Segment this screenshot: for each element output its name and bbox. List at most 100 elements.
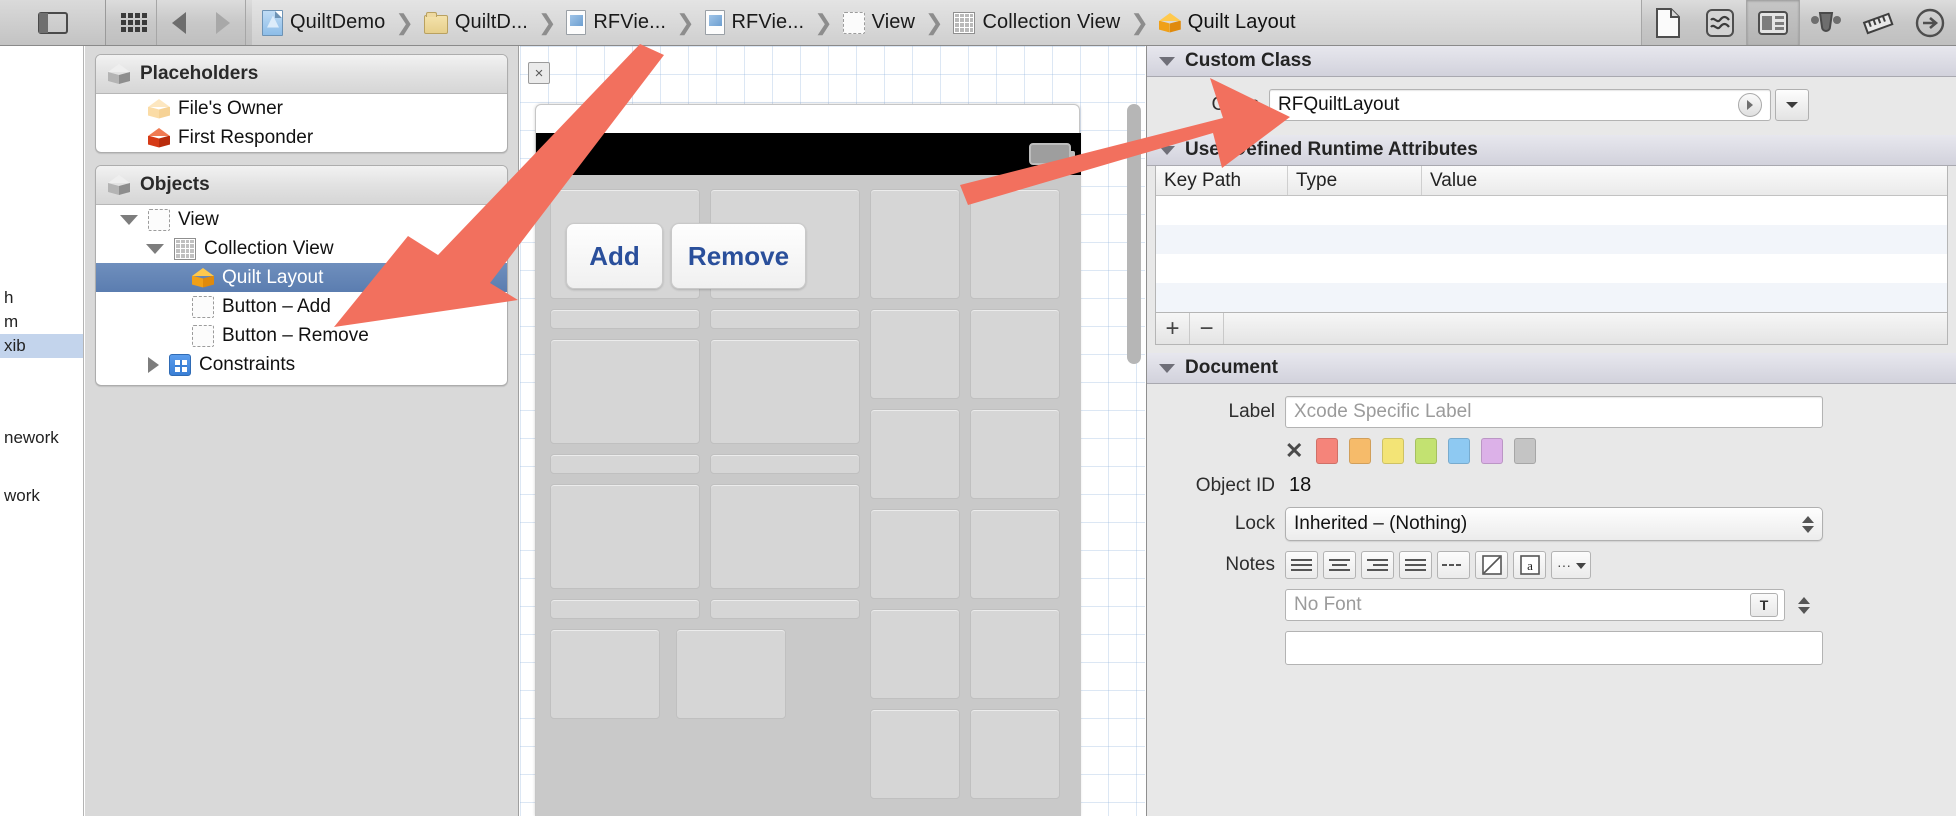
outline-row-view[interactable]: View <box>96 205 507 234</box>
udra-column-type[interactable]: Type <box>1288 166 1422 195</box>
color-swatch-yellow[interactable] <box>1382 438 1405 464</box>
placeholders-group: Placeholders File's Owner First Responde… <box>95 54 508 153</box>
class-combo-input[interactable]: RFQuiltLayout <box>1269 89 1771 121</box>
custom-class-body: Class RFQuiltLayout <box>1147 77 1956 135</box>
table-row[interactable] <box>1156 225 1947 254</box>
label-row: Label Xcode Specific Label <box>1157 396 1946 428</box>
add-attribute-button[interactable]: + <box>1156 313 1190 344</box>
quilt-cell <box>970 709 1060 799</box>
edge-item[interactable]: h <box>0 286 83 310</box>
align-left-icon[interactable] <box>1285 551 1318 579</box>
breadcrumb-label: QuiltD... <box>454 11 528 33</box>
breadcrumb-item-quilt-layout[interactable]: Quilt Layout <box>1157 11 1298 34</box>
view-icon <box>192 324 214 347</box>
navigator-edge-strip: h m xib nework work <box>0 46 84 816</box>
udra-column-value[interactable]: Value <box>1422 166 1947 195</box>
assistant-editor-icon[interactable] <box>1800 0 1852 45</box>
align-right-icon[interactable] <box>1361 551 1394 579</box>
class-dropdown-arrow-icon[interactable] <box>1775 89 1809 121</box>
color-swatch-gray[interactable] <box>1514 438 1537 464</box>
jump-bar-grid-icon[interactable] <box>112 0 156 45</box>
remove-attribute-button[interactable]: − <box>1190 313 1224 344</box>
back-arrow-icon[interactable] <box>157 0 201 45</box>
breadcrumb-item-view[interactable]: View <box>841 11 917 34</box>
color-swatch-blue[interactable] <box>1448 438 1471 464</box>
udra-header[interactable]: User Defined Runtime Attributes <box>1147 135 1956 166</box>
document-header[interactable]: Document <box>1147 353 1956 384</box>
breadcrumb-item-folder[interactable]: QuiltD... <box>422 11 530 34</box>
font-picker-icon[interactable]: T <box>1750 593 1778 617</box>
more-icon[interactable]: ··· <box>1551 551 1591 579</box>
image-icon[interactable] <box>1475 551 1508 579</box>
canvas-scrollbar[interactable] <box>1127 104 1141 364</box>
add-button[interactable]: Add <box>566 223 663 289</box>
udra-column-key-path[interactable]: Key Path <box>1156 166 1288 195</box>
color-swatch-orange[interactable] <box>1349 438 1372 464</box>
table-row[interactable] <box>1156 254 1947 283</box>
outline-row-first-responder[interactable]: First Responder <box>96 123 507 152</box>
collection-view-preview[interactable]: Add Remove <box>536 175 1081 816</box>
quick-help-icon[interactable] <box>1694 0 1746 45</box>
outline-row-button-remove[interactable]: Button – Remove <box>96 321 507 350</box>
outline-row-constraints[interactable]: Constraints <box>96 350 507 379</box>
letter-a-icon[interactable]: a <box>1513 551 1546 579</box>
breadcrumb-item-project[interactable]: QuiltDemo <box>260 9 387 36</box>
font-placeholder: No Font <box>1294 594 1362 615</box>
label-color-swatches: ✕ <box>1285 438 1537 464</box>
outline-row-quilt-layout[interactable]: Quilt Layout <box>96 263 507 292</box>
class-value: RFQuiltLayout <box>1278 94 1400 115</box>
font-field[interactable]: No Font T <box>1285 589 1785 621</box>
outline-row-button-add[interactable]: Button – Add <box>96 292 507 321</box>
outline-row-collection-view[interactable]: Collection View <box>96 234 507 263</box>
align-center-icon[interactable] <box>1323 551 1356 579</box>
editor-panel-toggle-icon[interactable] <box>31 0 75 45</box>
disclosure-triangle-icon[interactable] <box>148 356 159 373</box>
chevron-down-icon[interactable] <box>1159 363 1175 373</box>
edge-item[interactable]: work <box>0 484 83 508</box>
breadcrumb-item-collection-view[interactable]: Collection View <box>951 11 1122 34</box>
device-preview[interactable]: Add Remove <box>535 104 1081 816</box>
quilt-cell <box>550 599 700 619</box>
quilt-cell <box>710 484 860 589</box>
breadcrumb-item-xib-2[interactable]: RFVie... <box>703 10 807 35</box>
breadcrumb-item-xib-1[interactable]: RFVie... <box>564 10 668 35</box>
udra-table[interactable]: Key Path Type Value <box>1155 166 1948 313</box>
interface-builder-canvas[interactable]: × Add Remove <box>520 46 1145 816</box>
disclosure-triangle-icon[interactable] <box>146 243 164 254</box>
color-swatch-purple[interactable] <box>1481 438 1504 464</box>
table-row[interactable] <box>1156 283 1947 312</box>
remove-button[interactable]: Remove <box>671 223 806 289</box>
lock-popup-button[interactable]: Inherited – (Nothing) <box>1285 507 1823 541</box>
collection-view-icon <box>953 11 976 34</box>
table-row[interactable] <box>1156 196 1947 225</box>
class-navigate-icon[interactable] <box>1738 93 1762 117</box>
edge-item[interactable]: nework <box>0 426 83 450</box>
placeholders-header[interactable]: Placeholders <box>96 55 507 94</box>
hide-navigator-icon[interactable] <box>1904 0 1956 45</box>
objects-header[interactable]: Objects <box>96 166 507 205</box>
notes-textarea[interactable] <box>1285 631 1823 665</box>
show-utilities-icon[interactable] <box>1747 0 1799 45</box>
view-icon <box>148 208 170 231</box>
outline-row-files-owner[interactable]: File's Owner <box>96 94 507 123</box>
color-swatch-red[interactable] <box>1316 438 1339 464</box>
font-stepper[interactable] <box>1791 589 1817 621</box>
forward-arrow-icon[interactable] <box>201 0 245 45</box>
file-inspector-icon[interactable] <box>1642 0 1694 45</box>
align-justify-icon[interactable] <box>1399 551 1432 579</box>
disclosure-triangle-icon[interactable] <box>120 214 138 225</box>
xcode-label-input[interactable]: Xcode Specific Label <box>1285 396 1823 428</box>
custom-class-header[interactable]: Custom Class <box>1147 46 1956 77</box>
close-icon[interactable]: × <box>528 62 550 84</box>
chevron-down-icon[interactable] <box>1159 145 1175 155</box>
quilt-cell <box>970 609 1060 699</box>
edge-item-selected[interactable]: xib <box>0 334 83 358</box>
version-editor-icon[interactable] <box>1852 0 1904 45</box>
lock-row: Lock Inherited – (Nothing) <box>1157 507 1946 541</box>
clear-color-icon[interactable]: ✕ <box>1285 438 1303 464</box>
dashes-icon[interactable] <box>1437 551 1470 579</box>
color-swatch-green[interactable] <box>1415 438 1438 464</box>
outline-row-label: Constraints <box>199 353 296 375</box>
chevron-down-icon[interactable] <box>1159 56 1175 66</box>
edge-item[interactable]: m <box>0 310 83 334</box>
